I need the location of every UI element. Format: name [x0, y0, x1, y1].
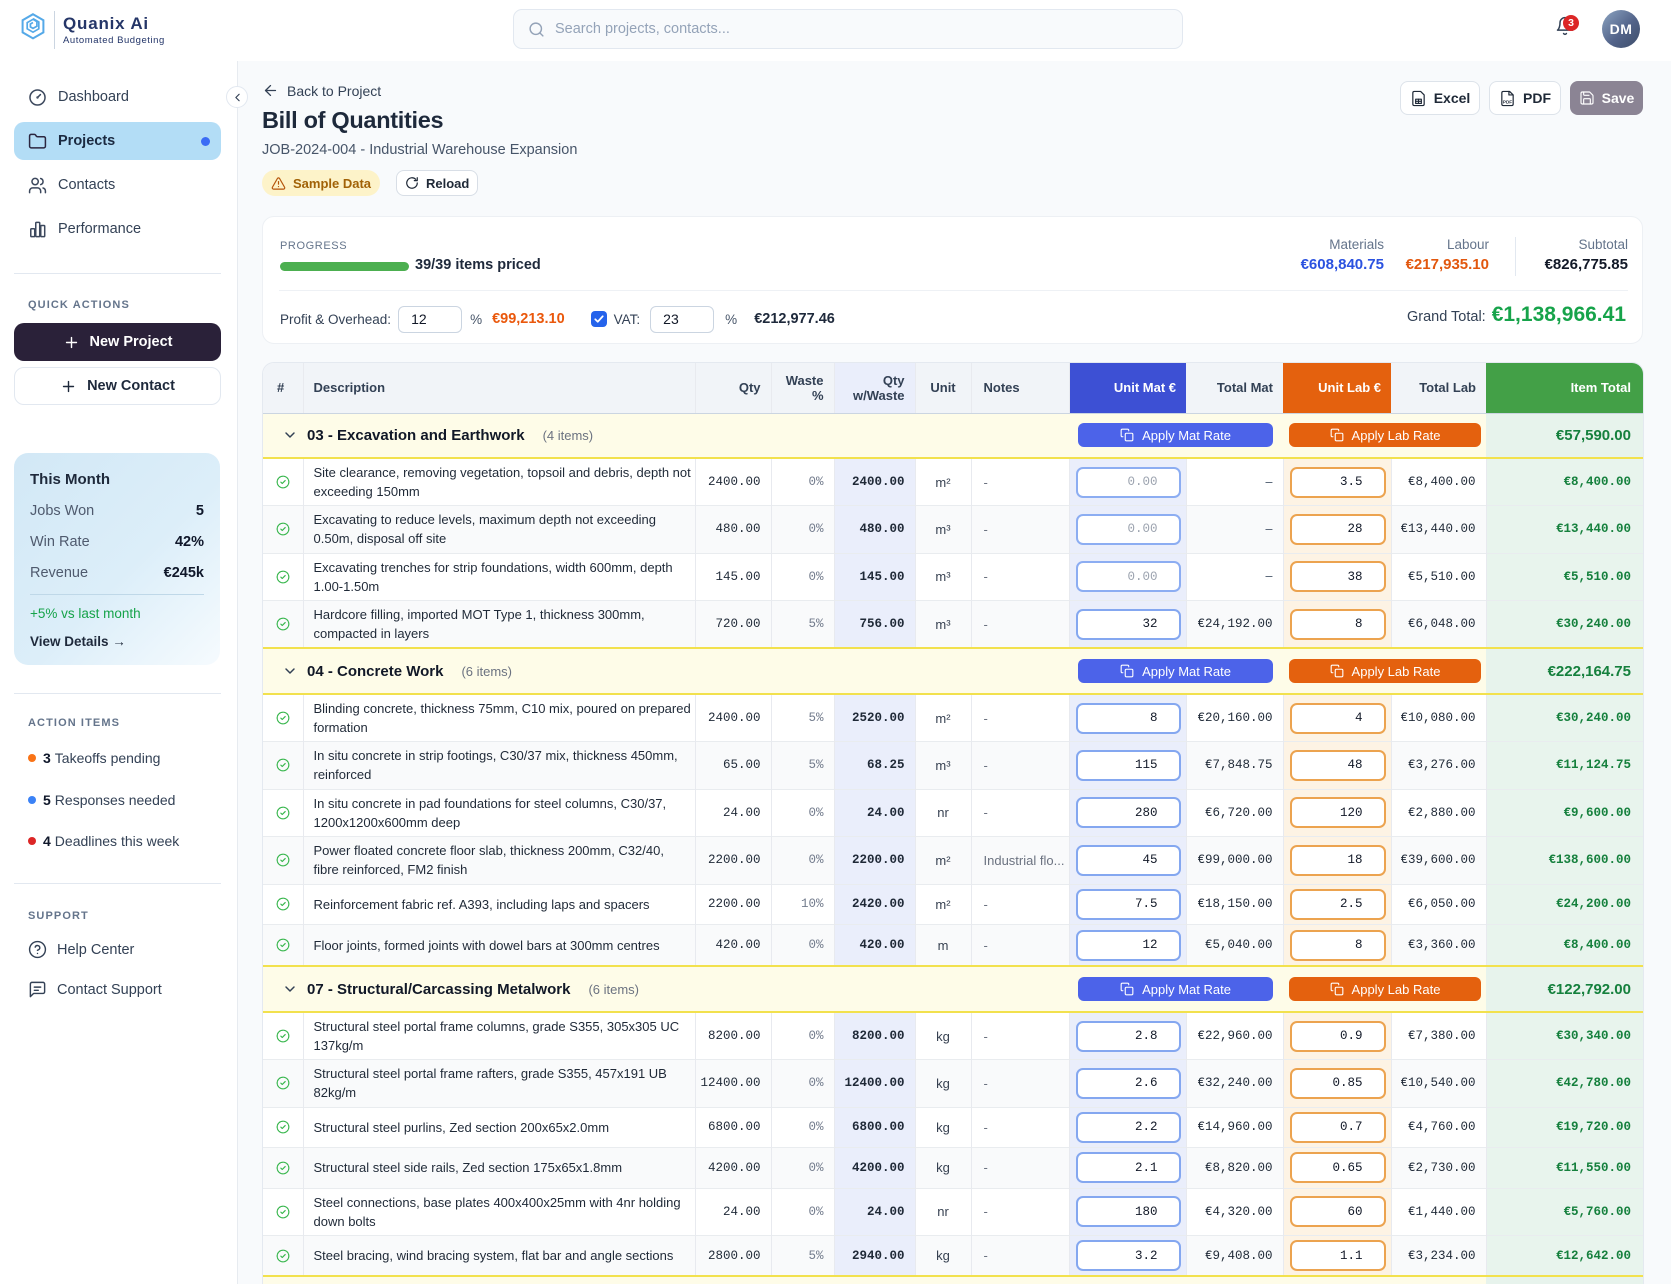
- svg-text:PDF: PDF: [1503, 99, 1512, 104]
